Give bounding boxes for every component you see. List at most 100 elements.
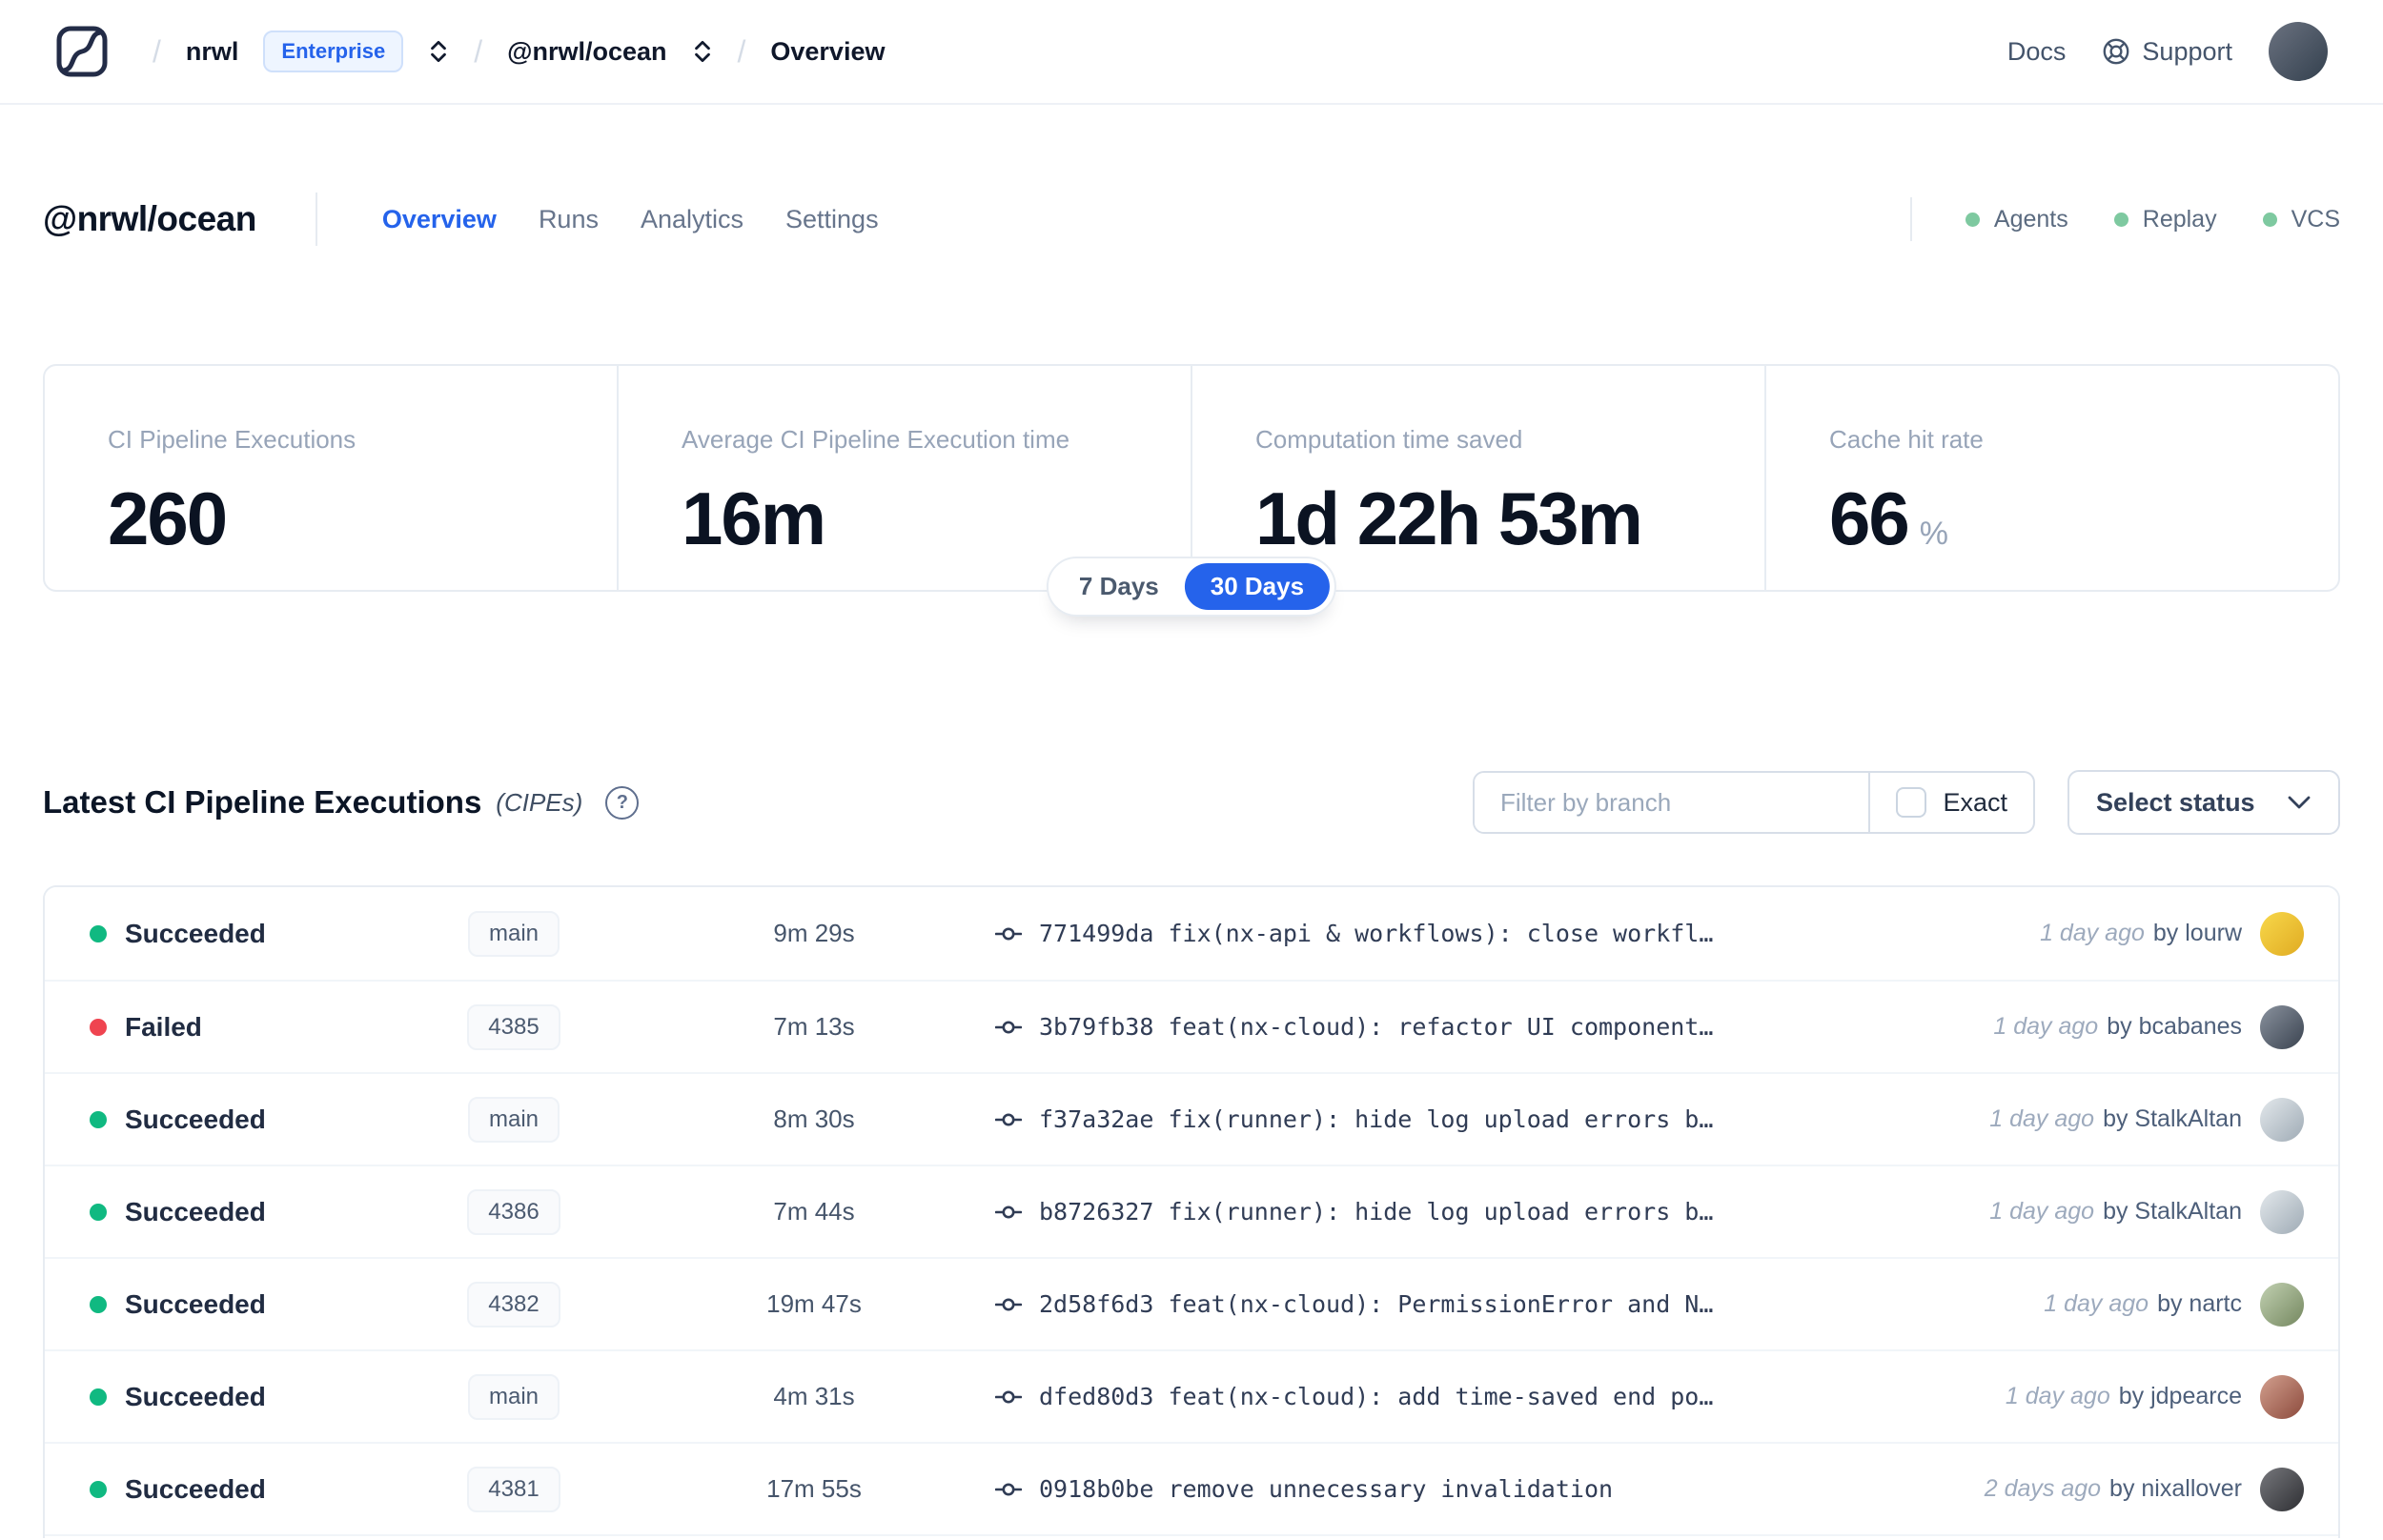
feature-indicator[interactable]: Agents: [1965, 206, 2068, 233]
branch-filter-group: Exact: [1473, 771, 2035, 834]
author: by nixallover: [2109, 1475, 2242, 1502]
commit-message[interactable]: dfed80d3 feat(nx-cloud): add time-saved …: [1039, 1383, 1713, 1410]
status-select-label: Select status: [2096, 787, 2255, 817]
branch-badge[interactable]: main: [467, 1096, 560, 1143]
git-commit-icon: [995, 1111, 1022, 1128]
time-ago: 1 day ago: [1989, 1198, 2095, 1225]
git-commit-icon: [995, 1388, 1022, 1406]
date-range-toggle: 7 Days 30 Days: [1046, 557, 1337, 617]
commit-cell: b8726327 fix(runner): hide log upload er…: [995, 1198, 1989, 1226]
status-label: Succeeded: [125, 1104, 266, 1134]
execution-row[interactable]: Succeeded main 8m 30s f37a32ae fix(runne…: [45, 1072, 2338, 1165]
help-icon[interactable]: ?: [605, 785, 640, 820]
meta-cell: 1 day ago by StalkAltan: [1989, 1189, 2304, 1234]
meta-cell: 1 day ago by nartc: [2044, 1282, 2304, 1327]
next-row-partial: [45, 1534, 2338, 1538]
branch-cell: 4385: [395, 1003, 633, 1050]
commit-message[interactable]: 3b79fb38 feat(nx-cloud): refactor UI com…: [1039, 1013, 1713, 1041]
execution-row[interactable]: Succeeded main 9m 29s 771499da fix(nx-ap…: [45, 887, 2338, 980]
feature-indicators: Agents Replay VCS: [1909, 197, 2340, 241]
meta-cell: 1 day ago by jdpearce: [2005, 1374, 2304, 1419]
executions-table: Succeeded main 9m 29s 771499da fix(nx-ap…: [43, 885, 2340, 1538]
git-commit-icon: [995, 1019, 1022, 1036]
stat-value: 260: [108, 476, 228, 560]
breadcrumb-separator: /: [474, 33, 483, 69]
meta-cell: 2 days ago by nixallover: [1984, 1467, 2304, 1511]
workspace-tabs: Overview Runs Analytics Settings: [382, 205, 879, 234]
time-ago: 2 days ago: [1984, 1475, 2102, 1502]
indicator-list: Agents Replay VCS: [1965, 206, 2340, 233]
workspace-switcher chevron-up-down-icon[interactable]: [692, 38, 713, 65]
date-range-option[interactable]: 7 Days: [1053, 563, 1185, 610]
breadcrumb-separator: /: [153, 33, 161, 69]
stat-card: Cache hit rate 66%: [1764, 366, 2338, 590]
status-dot: [2113, 212, 2128, 227]
branch-filter-input[interactable]: [1475, 773, 1869, 832]
page-title: @nrwl/ocean: [43, 199, 256, 238]
org-switcher chevron-up-down-icon[interactable]: [428, 38, 449, 65]
branch-badge[interactable]: main: [467, 910, 560, 957]
status-dot: [90, 1110, 107, 1128]
date-range-option[interactable]: 30 Days: [1184, 563, 1331, 610]
commit-message[interactable]: 771499da fix(nx-api & workflows): close …: [1039, 920, 1713, 947]
time-ago: 1 day ago: [2005, 1383, 2110, 1409]
branch-badge[interactable]: 4386: [467, 1188, 560, 1235]
exact-label: Exact: [1943, 787, 2007, 817]
stat-value: 16m: [682, 476, 826, 560]
breadcrumb-workspace[interactable]: @nrwl/ocean: [507, 37, 666, 67]
workspace-tab[interactable]: Analytics: [641, 205, 743, 234]
status-cell: Failed: [90, 1012, 395, 1043]
enterprise-badge[interactable]: Enterprise: [263, 30, 404, 72]
status-dot: [90, 1295, 107, 1313]
execution-row[interactable]: Succeeded main 4m 31s dfed80d3 feat(nx-c…: [45, 1349, 2338, 1442]
meta-cell: 1 day ago by bcabanes: [1993, 1004, 2304, 1049]
duration: 7m 13s: [773, 1012, 855, 1041]
branch-badge[interactable]: main: [467, 1373, 560, 1420]
execution-row[interactable]: Succeeded 4386 7m 44s b8726327 fix(runne…: [45, 1165, 2338, 1257]
status-dot: [1965, 212, 1980, 227]
indicator-label: VCS: [2291, 205, 2340, 233]
commit-message[interactable]: b8726327 fix(runner): hide log upload er…: [1039, 1198, 1713, 1226]
commit-message[interactable]: f37a32ae fix(runner): hide log upload er…: [1039, 1105, 1713, 1133]
indicator-label: Agents: [1993, 205, 2068, 233]
feature-indicator[interactable]: VCS: [2262, 205, 2340, 233]
status-dot: [90, 1203, 107, 1221]
status-select-dropdown[interactable]: Select status: [2067, 770, 2340, 835]
execution-row[interactable]: Succeeded 4382 19m 47s 2d58f6d3 feat(nx-…: [45, 1257, 2338, 1349]
duration: 19m 47s: [766, 1289, 862, 1318]
branch-badge[interactable]: 4381: [467, 1466, 560, 1512]
author: by nartc: [2157, 1290, 2242, 1317]
status-label: Succeeded: [125, 1288, 266, 1319]
commit-cell: 0918b0be remove unnecessary invalidation: [995, 1475, 1985, 1503]
workspace-tab[interactable]: Settings: [785, 205, 879, 234]
author: by bcabanes: [2107, 1013, 2242, 1040]
status-dot: [90, 924, 107, 942]
commit-message[interactable]: 2d58f6d3 feat(nx-cloud): PermissionError…: [1039, 1290, 1713, 1318]
nx-cloud-logo-icon[interactable]: [55, 25, 109, 78]
time-ago: 1 day ago: [2044, 1290, 2149, 1317]
duration: 8m 30s: [773, 1104, 855, 1133]
branch-badge[interactable]: 4385: [467, 1003, 560, 1050]
commit-cell: 2d58f6d3 feat(nx-cloud): PermissionError…: [995, 1290, 2044, 1318]
branch-badge[interactable]: 4382: [467, 1281, 560, 1327]
status-label: Succeeded: [125, 1473, 266, 1504]
git-commit-icon: [995, 1481, 1022, 1498]
branch-cell: 4381: [395, 1466, 633, 1512]
status-dot: [2262, 212, 2277, 227]
user-avatar[interactable]: [2269, 22, 2328, 81]
breadcrumb-separator: /: [737, 33, 746, 69]
breadcrumb-org[interactable]: nrwl: [186, 37, 239, 67]
docs-link[interactable]: Docs: [2007, 37, 2067, 67]
feature-indicator[interactable]: Replay: [2113, 206, 2217, 233]
execution-row[interactable]: Succeeded 4381 17m 55s 0918b0be remove u…: [45, 1442, 2338, 1534]
duration: 7m 44s: [773, 1197, 855, 1226]
support-link[interactable]: Support: [2102, 37, 2232, 67]
workspace-tab[interactable]: Runs: [539, 205, 599, 234]
workspace-tab[interactable]: Overview: [382, 205, 497, 234]
exact-checkbox[interactable]: [1896, 787, 1927, 818]
commit-cell: 3b79fb38 feat(nx-cloud): refactor UI com…: [995, 1013, 1993, 1041]
execution-row[interactable]: Failed 4385 7m 13s 3b79fb38 feat(nx-clou…: [45, 980, 2338, 1072]
workspace-header: @nrwl/ocean Overview Runs Analytics Setting…: [0, 192, 2383, 246]
executions-header: Latest CI Pipeline Executions (CIPEs) ? …: [43, 770, 2340, 835]
commit-message[interactable]: 0918b0be remove unnecessary invalidation: [1039, 1475, 1613, 1503]
